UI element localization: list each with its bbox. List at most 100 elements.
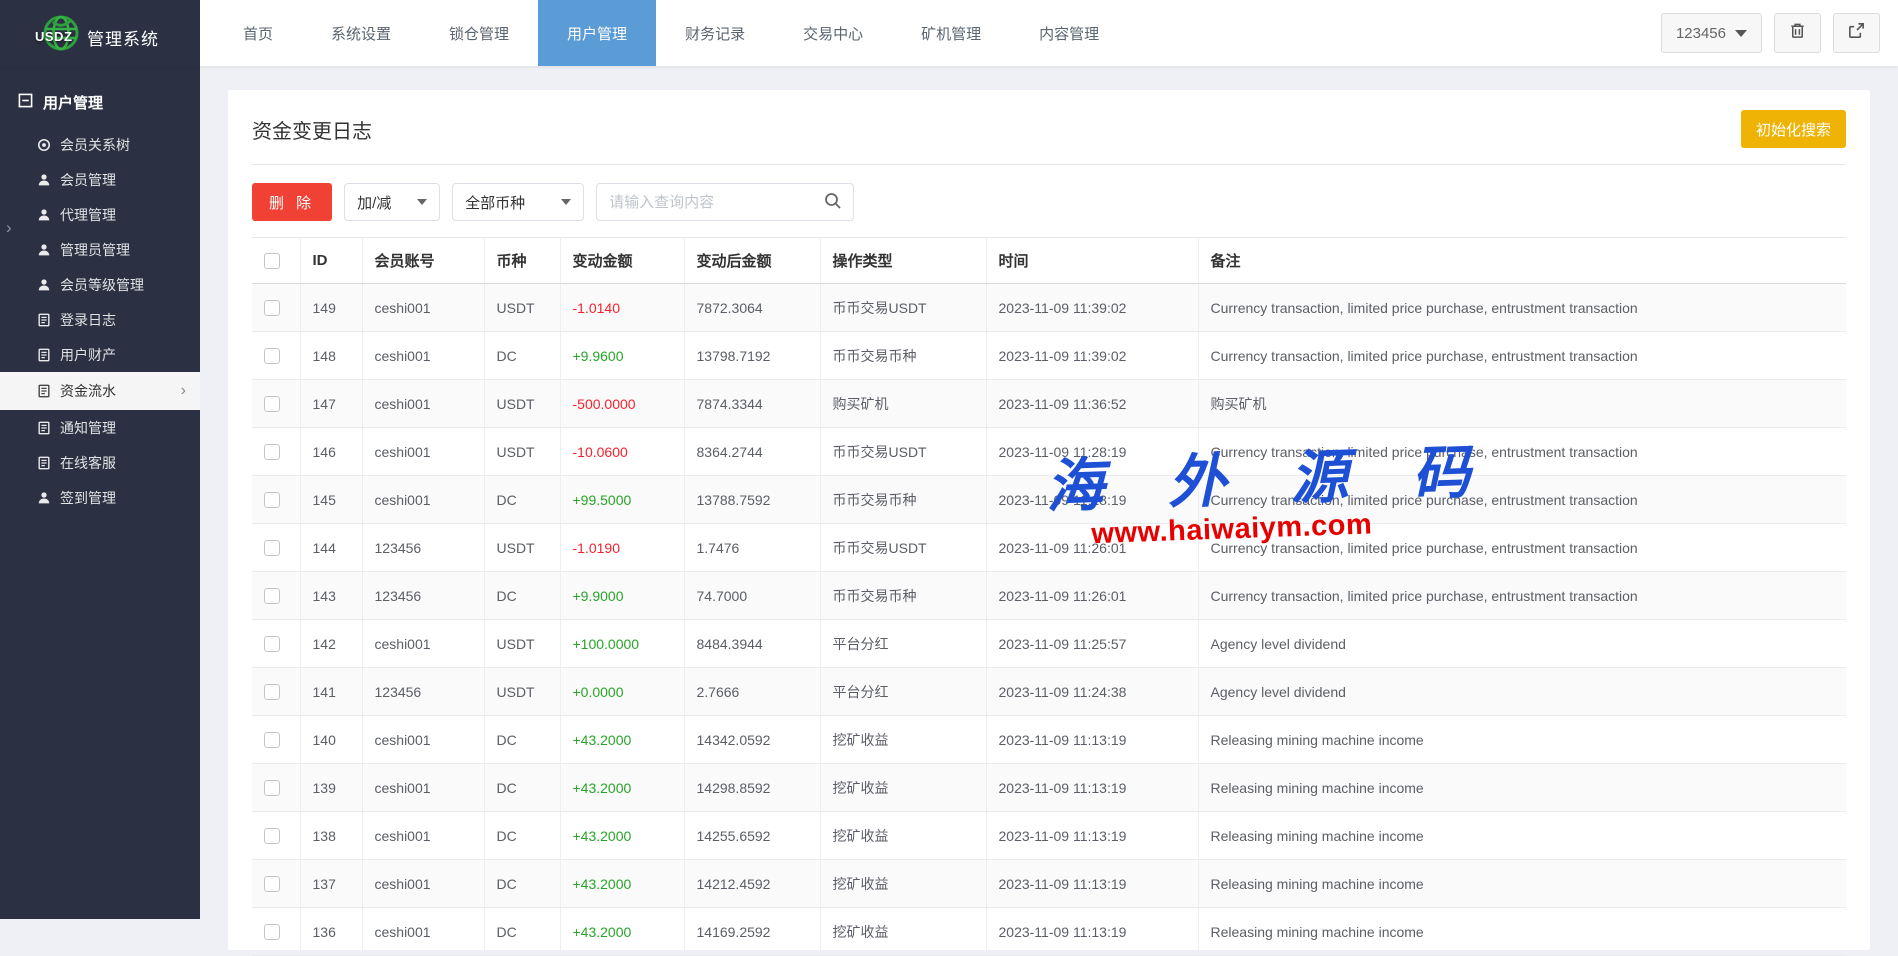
direction-filter-select[interactable]: 加/减	[344, 183, 440, 221]
page-title: 资金变更日志	[252, 115, 372, 144]
nav-tab-home[interactable]: 首页	[214, 0, 302, 66]
cell-account: ceshi001	[362, 284, 484, 332]
sidebar-item-member-management[interactable]: 会员管理	[0, 162, 200, 197]
reset-search-button[interactable]: 初始化搜索	[1741, 110, 1846, 148]
sidebar-item-funds-flow[interactable]: 资金流水›	[0, 372, 200, 410]
sidebar-item-admin-management[interactable]: 管理员管理	[0, 232, 200, 267]
sidebar-item-login-logs[interactable]: 登录日志	[0, 302, 200, 337]
sidebar-item-member-tree[interactable]: 会员关系树	[0, 127, 200, 162]
column-header: 变动后金额	[684, 238, 820, 284]
row-checkbox[interactable]	[264, 876, 280, 892]
table-row: 148ceshi001DC+9.960013798.7192币币交易币种2023…	[252, 332, 1846, 380]
sidebar-item-label: 在线客服	[60, 453, 116, 473]
nav-tab-lock-management[interactable]: 锁仓管理	[420, 0, 538, 66]
cell-after: 14342.0592	[684, 716, 820, 764]
sidebar-item-online-service[interactable]: 在线客服	[0, 445, 200, 480]
logo-title-text: 管理系统	[87, 25, 159, 50]
nav-tab-miner-management[interactable]: 矿机管理	[892, 0, 1010, 66]
cell-note: 购买矿机	[1198, 380, 1846, 428]
cell-change: -1.0140	[560, 284, 684, 332]
caret-down-icon	[1735, 30, 1747, 37]
cell-account: ceshi001	[362, 860, 484, 908]
nav-tab-trade-center[interactable]: 交易中心	[774, 0, 892, 66]
cell-time: 2023-11-09 11:36:52	[986, 380, 1198, 428]
cell-type: 挖矿收益	[820, 860, 986, 908]
cell-id: 137	[300, 860, 362, 908]
cell-coin: DC	[484, 812, 560, 860]
row-checkbox[interactable]	[264, 732, 280, 748]
cell-type: 币币交易币种	[820, 476, 986, 524]
cell-note: Releasing mining machine income	[1198, 860, 1846, 908]
sidebar: 用户管理 会员关系树会员管理代理管理管理员管理会员等级管理登录日志用户财产资金流…	[0, 66, 200, 919]
cell-change: +43.2000	[560, 860, 684, 908]
cell-note: Releasing mining machine income	[1198, 812, 1846, 860]
cell-time: 2023-11-09 11:25:57	[986, 620, 1198, 668]
cell-note: Currency transaction, limited price purc…	[1198, 428, 1846, 476]
sidebar-item-checkin-management[interactable]: 签到管理	[0, 480, 200, 515]
nav-tab-system-settings[interactable]: 系统设置	[302, 0, 420, 66]
cell-coin: DC	[484, 716, 560, 764]
sidebar-collapse-chevron[interactable]: ›	[6, 218, 12, 238]
sidebar-item-user-assets[interactable]: 用户财产	[0, 337, 200, 372]
table-header: ID会员账号币种变动金额变动后金额操作类型时间备注	[252, 238, 1846, 284]
row-checkbox[interactable]	[264, 348, 280, 364]
nav-tab-content-management[interactable]: 内容管理	[1010, 0, 1128, 66]
column-header: 币种	[484, 238, 560, 284]
search-icon[interactable]	[823, 191, 843, 216]
cell-after: 8364.2744	[684, 428, 820, 476]
row-checkbox[interactable]	[264, 924, 280, 940]
cell-change: +43.2000	[560, 764, 684, 812]
cell-type: 币币交易USDT	[820, 524, 986, 572]
sidebar-section-user-management[interactable]: 用户管理	[0, 66, 200, 127]
nav-tabs: 首页系统设置锁仓管理用户管理财务记录交易中心矿机管理内容管理	[214, 0, 1128, 66]
row-checkbox[interactable]	[264, 396, 280, 412]
person-icon	[37, 208, 51, 222]
cell-id: 138	[300, 812, 362, 860]
table-row: 137ceshi001DC+43.200014212.4592挖矿收益2023-…	[252, 860, 1846, 908]
nav-tab-finance-records[interactable]: 财务记录	[656, 0, 774, 66]
user-dropdown-button[interactable]: 123456	[1661, 13, 1762, 53]
row-checkbox[interactable]	[264, 444, 280, 460]
cell-after: 7872.3064	[684, 284, 820, 332]
cell-time: 2023-11-09 11:39:02	[986, 332, 1198, 380]
sidebar-item-member-level-management[interactable]: 会员等级管理	[0, 267, 200, 302]
column-header: 备注	[1198, 238, 1846, 284]
cell-account: ceshi001	[362, 380, 484, 428]
sidebar-item-label: 签到管理	[60, 488, 116, 508]
nav-tab-user-management[interactable]: 用户管理	[538, 0, 656, 66]
delete-button[interactable]: 删 除	[252, 183, 332, 221]
clear-cache-button[interactable]	[1774, 13, 1821, 53]
table-row: 149ceshi001USDT-1.01407872.3064币币交易USDT2…	[252, 284, 1846, 332]
cell-account: 123456	[362, 572, 484, 620]
row-checkbox[interactable]	[264, 780, 280, 796]
cell-account: ceshi001	[362, 476, 484, 524]
select-all-checkbox[interactable]	[264, 253, 280, 269]
cell-type: 币币交易币种	[820, 572, 986, 620]
doc-icon	[37, 456, 51, 470]
cell-after: 14212.4592	[684, 860, 820, 908]
row-checkbox[interactable]	[264, 300, 280, 316]
cell-time: 2023-11-09 11:24:38	[986, 668, 1198, 716]
cell-id: 146	[300, 428, 362, 476]
logout-button[interactable]	[1833, 13, 1880, 53]
sidebar-item-agent-management[interactable]: 代理管理	[0, 197, 200, 232]
coin-filter-select[interactable]: 全部币种	[452, 183, 584, 221]
row-checkbox[interactable]	[264, 492, 280, 508]
search-input[interactable]	[596, 183, 854, 221]
header-controls: 123456	[1661, 0, 1898, 66]
cell-note: Agency level dividend	[1198, 668, 1846, 716]
sidebar-item-notice-management[interactable]: 通知管理	[0, 410, 200, 445]
sidebar-item-label: 管理员管理	[60, 240, 130, 260]
column-header: 时间	[986, 238, 1198, 284]
sidebar-item-label: 通知管理	[60, 418, 116, 438]
sidebar-item-label: 代理管理	[60, 205, 116, 225]
row-checkbox[interactable]	[264, 588, 280, 604]
logo-brand-text: USDZ	[35, 29, 72, 44]
cell-after: 2.7666	[684, 668, 820, 716]
cell-time: 2023-11-09 11:13:19	[986, 764, 1198, 812]
row-checkbox[interactable]	[264, 684, 280, 700]
row-checkbox[interactable]	[264, 636, 280, 652]
cell-account: ceshi001	[362, 620, 484, 668]
row-checkbox[interactable]	[264, 540, 280, 556]
row-checkbox[interactable]	[264, 828, 280, 844]
